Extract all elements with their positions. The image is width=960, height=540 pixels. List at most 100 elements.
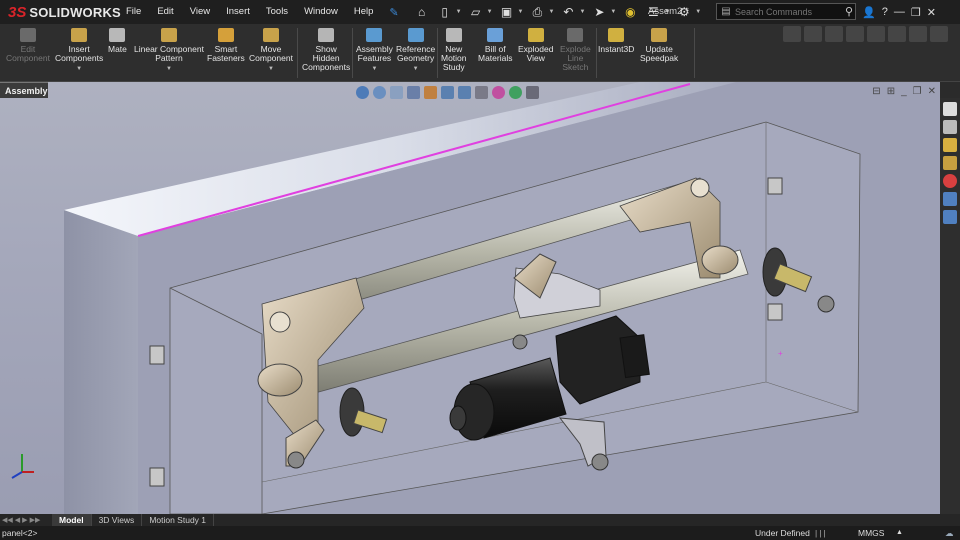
cmd-linear-pattern[interactable]: Linear Component Pattern ▼ bbox=[134, 28, 204, 74]
search-icon[interactable]: ⚲ bbox=[845, 5, 855, 18]
appearances-icon[interactable] bbox=[943, 174, 957, 188]
print-icon[interactable]: ⎙ bbox=[528, 3, 546, 21]
design-library-icon[interactable] bbox=[943, 120, 957, 134]
cmd-edit-component[interactable]: Edit Component bbox=[6, 28, 50, 63]
assembly-model[interactable]: + bbox=[0, 82, 940, 514]
toolbar-separator bbox=[352, 28, 353, 78]
new-document-icon[interactable]: ▯ bbox=[436, 3, 454, 21]
solidworks-resources-icon[interactable] bbox=[943, 102, 957, 116]
viewport-close-icon[interactable]: ✕ bbox=[928, 86, 936, 97]
tile-horizontal-icon[interactable]: ⊟ bbox=[872, 86, 880, 97]
hide-show-icon[interactable] bbox=[475, 86, 488, 99]
close-icon[interactable]: ✕ bbox=[927, 6, 936, 19]
cmd-exploded-view[interactable]: Exploded View bbox=[518, 28, 553, 63]
cmd-motion-study[interactable]: New Motion Study bbox=[441, 28, 467, 72]
menu-insert[interactable]: Insert bbox=[218, 0, 258, 24]
graphics-area[interactable]: + ⊟ ⊞ _ ❐ ✕ bbox=[0, 82, 940, 514]
cmd-bom[interactable]: Bill of Materials bbox=[478, 28, 512, 63]
select-dropdown-icon[interactable]: ▼ bbox=[610, 9, 616, 15]
view-icon-2[interactable] bbox=[804, 26, 822, 42]
cmd-insert-components[interactable]: Insert Components ▼ bbox=[55, 28, 103, 74]
cmd-instant3d[interactable]: Instant3D bbox=[598, 28, 634, 54]
help-icon[interactable]: ? bbox=[882, 6, 888, 18]
view-icon-3[interactable] bbox=[825, 26, 843, 42]
tab-model[interactable]: Model bbox=[52, 514, 92, 526]
dropdown-caret-icon[interactable]: ▼ bbox=[371, 65, 377, 74]
cmd-show-hidden[interactable]: Show Hidden Components bbox=[302, 28, 350, 72]
edit-appearance-icon[interactable] bbox=[492, 86, 505, 99]
viewport-minimize-icon[interactable]: _ bbox=[901, 86, 907, 97]
home-icon[interactable]: ⌂ bbox=[413, 3, 431, 21]
zoom-area-icon[interactable] bbox=[373, 86, 386, 99]
view-settings-icon[interactable] bbox=[526, 86, 539, 99]
menu-help[interactable]: Help bbox=[346, 0, 382, 24]
last-tab-icon[interactable]: ▶▶ bbox=[30, 516, 41, 524]
unit-system[interactable]: MMGS bbox=[858, 526, 884, 540]
cmd-speedpak[interactable]: Update Speedpak bbox=[640, 28, 678, 63]
cmd-explode-line[interactable]: Explode Line Sketch bbox=[560, 28, 591, 72]
search-commands[interactable]: ▤ ⚲ bbox=[716, 3, 856, 20]
print-dropdown-icon[interactable]: ▼ bbox=[548, 9, 554, 15]
units-dropdown-icon[interactable]: ▲ bbox=[896, 526, 903, 540]
apply-scene-icon[interactable] bbox=[509, 86, 522, 99]
open-icon[interactable]: ▱ bbox=[467, 3, 485, 21]
view-icon-7[interactable] bbox=[909, 26, 927, 42]
restore-icon[interactable]: ❐ bbox=[911, 6, 921, 19]
view-icon-6[interactable] bbox=[888, 26, 906, 42]
pin-menu-icon[interactable]: ✎ bbox=[389, 6, 398, 19]
prev-tab-icon[interactable]: ◀ bbox=[15, 516, 20, 524]
minimize-icon[interactable]: — bbox=[894, 6, 905, 18]
cmd-label-line: Speedpak bbox=[640, 53, 679, 63]
cmd-assembly-features[interactable]: Assembly Features ▼ bbox=[356, 28, 393, 74]
undo-dropdown-icon[interactable]: ▼ bbox=[579, 9, 585, 15]
dropdown-caret-icon[interactable]: ▼ bbox=[268, 65, 274, 74]
options-dropdown-icon[interactable]: ▼ bbox=[695, 9, 701, 15]
search-type-icon[interactable]: ▤ bbox=[717, 6, 735, 17]
solidworks-logo[interactable]: 3S SOLIDWORKS bbox=[0, 4, 121, 21]
dropdown-caret-icon[interactable]: ▼ bbox=[166, 65, 172, 74]
cmd-reference-geometry[interactable]: Reference Geometry ▼ bbox=[396, 28, 435, 74]
select-icon[interactable]: ➤ bbox=[590, 3, 608, 21]
quick-tips-icon[interactable]: ☁ bbox=[945, 526, 954, 540]
tab-motion-study-1[interactable]: Motion Study 1 bbox=[142, 514, 215, 526]
undo-icon[interactable]: ↶ bbox=[559, 3, 577, 21]
view-icon-8[interactable] bbox=[930, 26, 948, 42]
open-dropdown-icon[interactable]: ▼ bbox=[487, 9, 493, 15]
dropdown-caret-icon[interactable]: ▼ bbox=[413, 65, 419, 74]
dynamic-annotation-icon[interactable] bbox=[424, 86, 437, 99]
first-tab-icon[interactable]: ◀◀ bbox=[2, 516, 13, 524]
tab-3d-views[interactable]: 3D Views bbox=[92, 514, 143, 526]
user-icon[interactable]: 👤 bbox=[862, 6, 876, 19]
view-icon-5[interactable] bbox=[867, 26, 885, 42]
zoom-fit-icon[interactable] bbox=[356, 86, 369, 99]
view-palette-icon[interactable] bbox=[943, 156, 957, 170]
cmd-move-component[interactable]: Move Component ▼ bbox=[249, 28, 293, 74]
menu-view[interactable]: View bbox=[182, 0, 218, 24]
tile-vertical-icon[interactable]: ⊞ bbox=[887, 86, 895, 97]
view-icon-4[interactable] bbox=[846, 26, 864, 42]
save-dropdown-icon[interactable]: ▼ bbox=[518, 9, 524, 15]
tab-assembly[interactable]: Assembly bbox=[0, 82, 48, 98]
menu-tools[interactable]: Tools bbox=[258, 0, 296, 24]
section-view-icon[interactable] bbox=[407, 86, 420, 99]
display-style-icon[interactable] bbox=[458, 86, 471, 99]
menu-window[interactable]: Window bbox=[296, 0, 346, 24]
save-icon[interactable]: ▣ bbox=[498, 3, 516, 21]
viewport-restore-icon[interactable]: ❐ bbox=[913, 86, 922, 97]
previous-view-icon[interactable] bbox=[390, 86, 403, 99]
rebuild-icon[interactable]: ◉ bbox=[621, 3, 639, 21]
next-tab-icon[interactable]: ▶ bbox=[22, 516, 27, 524]
new-dropdown-icon[interactable]: ▼ bbox=[456, 9, 462, 15]
cmd-mate[interactable]: Mate bbox=[108, 28, 127, 54]
view-icon-1[interactable] bbox=[783, 26, 801, 42]
solidworks-forum-icon[interactable] bbox=[943, 210, 957, 224]
cmd-smart-fasteners[interactable]: Smart Fasteners bbox=[207, 28, 245, 63]
search-input[interactable] bbox=[735, 6, 831, 17]
view-orientation-icon[interactable] bbox=[441, 86, 454, 99]
menu-edit[interactable]: Edit bbox=[149, 0, 181, 24]
file-explorer-icon[interactable] bbox=[943, 138, 957, 152]
custom-properties-icon[interactable] bbox=[943, 192, 957, 206]
menu-file[interactable]: File bbox=[118, 0, 149, 24]
mate-icon bbox=[109, 28, 126, 42]
dropdown-caret-icon[interactable]: ▼ bbox=[76, 65, 82, 74]
